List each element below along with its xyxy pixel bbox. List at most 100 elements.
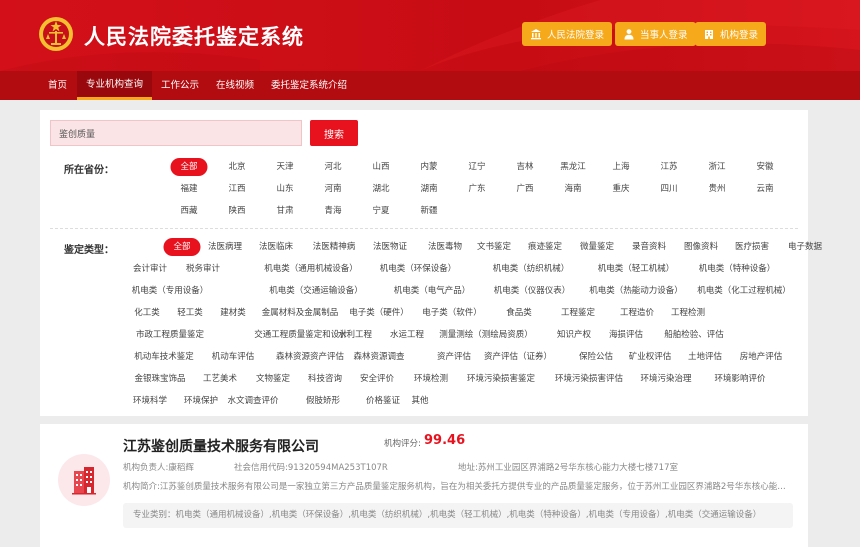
appraisal-type-option[interactable]: 金银珠宝饰品 [134, 370, 185, 388]
province-option[interactable]: 上海 [612, 158, 629, 176]
appraisal-type-option[interactable]: 痕迹鉴定 [528, 238, 562, 256]
appraisal-type-option[interactable]: 机电类（通用机械设备） [264, 260, 358, 278]
appraisal-type-option[interactable]: 税务审计 [186, 260, 220, 278]
appraisal-type-option[interactable]: 机动车评估 [212, 348, 255, 366]
institution-login-button[interactable]: 机构登录 [695, 22, 767, 46]
province-option[interactable]: 新疆 [420, 202, 437, 220]
appraisal-type-option[interactable]: 矿业权评估 [629, 348, 672, 366]
appraisal-type-option[interactable]: 法医临床 [259, 238, 293, 256]
province-option[interactable]: 宁夏 [372, 202, 389, 220]
appraisal-type-option[interactable]: 机电类（专用设备） [132, 282, 209, 300]
province-option[interactable]: 海南 [564, 180, 581, 198]
institution-name[interactable]: 江苏鉴创质量技术服务有限公司 [123, 436, 319, 456]
search-input[interactable] [50, 120, 302, 146]
province-option[interactable]: 河北 [324, 158, 341, 176]
appraisal-type-option[interactable]: 森林资源调查 [353, 348, 404, 366]
appraisal-type-option[interactable]: 轻工类 [177, 304, 203, 322]
appraisal-type-option[interactable]: 船舶检验、评估 [664, 326, 724, 344]
appraisal-type-option[interactable]: 环境影响评价 [714, 370, 765, 388]
appraisal-type-option[interactable]: 医疗损害 [735, 238, 769, 256]
province-option[interactable]: 福建 [180, 180, 197, 198]
appraisal-type-option[interactable]: 机电类（热能动力设备） [589, 282, 683, 300]
appraisal-type-option[interactable]: 化工类 [134, 304, 160, 322]
nav-item-work-notice[interactable]: 工作公示 [161, 71, 199, 100]
party-login-button[interactable]: 当事人登录 [615, 22, 696, 46]
province-option[interactable]: 云南 [756, 180, 773, 198]
province-option[interactable]: 山东 [276, 180, 293, 198]
result-card[interactable]: 江苏鉴创质量技术服务有限公司 机构评分: 99.46 机构负责人:康稻辉 社会信… [40, 424, 808, 547]
appraisal-type-option[interactable]: 环境污染损害鉴定 [467, 370, 535, 388]
appraisal-type-option[interactable]: 海损评估 [609, 326, 643, 344]
appraisal-type-option[interactable]: 工艺美术 [203, 370, 237, 388]
province-option[interactable]: 西藏 [180, 202, 197, 220]
province-option[interactable]: 重庆 [612, 180, 629, 198]
appraisal-type-option[interactable]: 机电类（化工过程机械） [697, 282, 791, 300]
province-option[interactable]: 贵州 [708, 180, 725, 198]
province-option[interactable]: 湖北 [372, 180, 389, 198]
appraisal-type-option[interactable]: 测量测绘（测绘局资质） [439, 326, 533, 344]
appraisal-type-option[interactable]: 市政工程质量鉴定 [136, 326, 204, 344]
appraisal-type-option[interactable]: 录音资料 [632, 238, 666, 256]
appraisal-type-option[interactable]: 安全评价 [360, 370, 394, 388]
appraisal-type-option[interactable]: 环境污染治理 [640, 370, 691, 388]
appraisal-type-option[interactable]: 机电类（特种设备） [699, 260, 776, 278]
appraisal-type-option[interactable]: 机动车技术鉴定 [134, 348, 194, 366]
appraisal-type-option[interactable]: 水运工程 [390, 326, 424, 344]
appraisal-type-option[interactable]: 机电类（轻工机械） [598, 260, 675, 278]
court-login-button[interactable]: 人民法院登录 [522, 22, 613, 46]
province-option[interactable]: 天津 [276, 158, 293, 176]
appraisal-type-option[interactable]: 假肢矫形 [306, 392, 340, 410]
appraisal-type-option[interactable]: 环境科学 [133, 392, 167, 410]
appraisal-type-option[interactable]: 水文调查评价 [227, 392, 278, 410]
appraisal-type-option[interactable]: 资产评估（证券） [484, 348, 552, 366]
appraisal-type-option[interactable]: 法医精神病 [313, 238, 356, 256]
appraisal-type-option[interactable]: 电子类（软件） [422, 304, 482, 322]
province-option[interactable]: 辽宁 [468, 158, 485, 176]
appraisal-type-option[interactable]: 其他 [411, 392, 428, 410]
province-option[interactable]: 河南 [324, 180, 341, 198]
province-option[interactable]: 陕西 [228, 202, 245, 220]
province-option[interactable]: 吉林 [516, 158, 533, 176]
appraisal-type-option[interactable]: 机电类（纺织机械） [493, 260, 570, 278]
search-button[interactable]: 搜索 [310, 120, 358, 146]
nav-item-home[interactable]: 首页 [48, 71, 67, 100]
appraisal-type-option[interactable]: 法医毒物 [428, 238, 462, 256]
appraisal-type-option[interactable]: 工程鉴定 [561, 304, 595, 322]
appraisal-type-option[interactable]: 食品类 [506, 304, 532, 322]
province-option[interactable]: 江西 [228, 180, 245, 198]
appraisal-type-option[interactable]: 工程造价 [620, 304, 654, 322]
appraisal-type-option[interactable]: 法医物证 [373, 238, 407, 256]
appraisal-type-option[interactable]: 机电类（交通运输设备） [269, 282, 363, 300]
nav-item-online-video[interactable]: 在线视频 [216, 71, 254, 100]
province-option[interactable]: 广西 [516, 180, 533, 198]
appraisal-type-option[interactable]: 金属材料及金属制品 [262, 304, 339, 322]
appraisal-type-option[interactable]: 交通工程质量鉴定和设计 [254, 326, 348, 344]
appraisal-type-option[interactable]: 资产评估 [437, 348, 471, 366]
appraisal-type-option[interactable]: 图像资料 [684, 238, 718, 256]
province-option[interactable]: 安徽 [756, 158, 773, 176]
province-option[interactable]: 甘肃 [276, 202, 293, 220]
province-option[interactable]: 广东 [468, 180, 485, 198]
appraisal-type-option[interactable]: 机电类（环保设备） [380, 260, 457, 278]
province-option[interactable]: 内蒙 [420, 158, 437, 176]
province-option[interactable]: 山西 [372, 158, 389, 176]
appraisal-type-option[interactable]: 电子类（硬件） [349, 304, 409, 322]
appraisal-type-option[interactable]: 森林资源资产评估 [276, 348, 344, 366]
province-option[interactable]: 黑龙江 [560, 158, 586, 176]
province-option[interactable]: 四川 [660, 180, 677, 198]
province-option[interactable]: 江苏 [660, 158, 677, 176]
appraisal-type-option[interactable]: 知识产权 [557, 326, 591, 344]
appraisal-type-option[interactable]: 环境保护 [184, 392, 218, 410]
appraisal-type-option[interactable]: 环境检测 [414, 370, 448, 388]
appraisal-type-option[interactable]: 保险公估 [579, 348, 613, 366]
appraisal-type-option[interactable]: 工程检测 [671, 304, 705, 322]
appraisal-type-option[interactable]: 法医病理 [208, 238, 242, 256]
appraisal-type-option[interactable]: 房地产评估 [740, 348, 783, 366]
appraisal-type-option[interactable]: 机电类（仪器仪表） [494, 282, 571, 300]
province-option[interactable]: 浙江 [708, 158, 725, 176]
appraisal-type-option[interactable]: 科技咨询 [308, 370, 342, 388]
appraisal-type-option[interactable]: 微量鉴定 [580, 238, 614, 256]
nav-item-system-intro[interactable]: 委托鉴定系统介绍 [271, 71, 347, 100]
nav-item-institution-search[interactable]: 专业机构查询 [77, 71, 152, 100]
appraisal-type-option[interactable]: 水利工程 [338, 326, 372, 344]
